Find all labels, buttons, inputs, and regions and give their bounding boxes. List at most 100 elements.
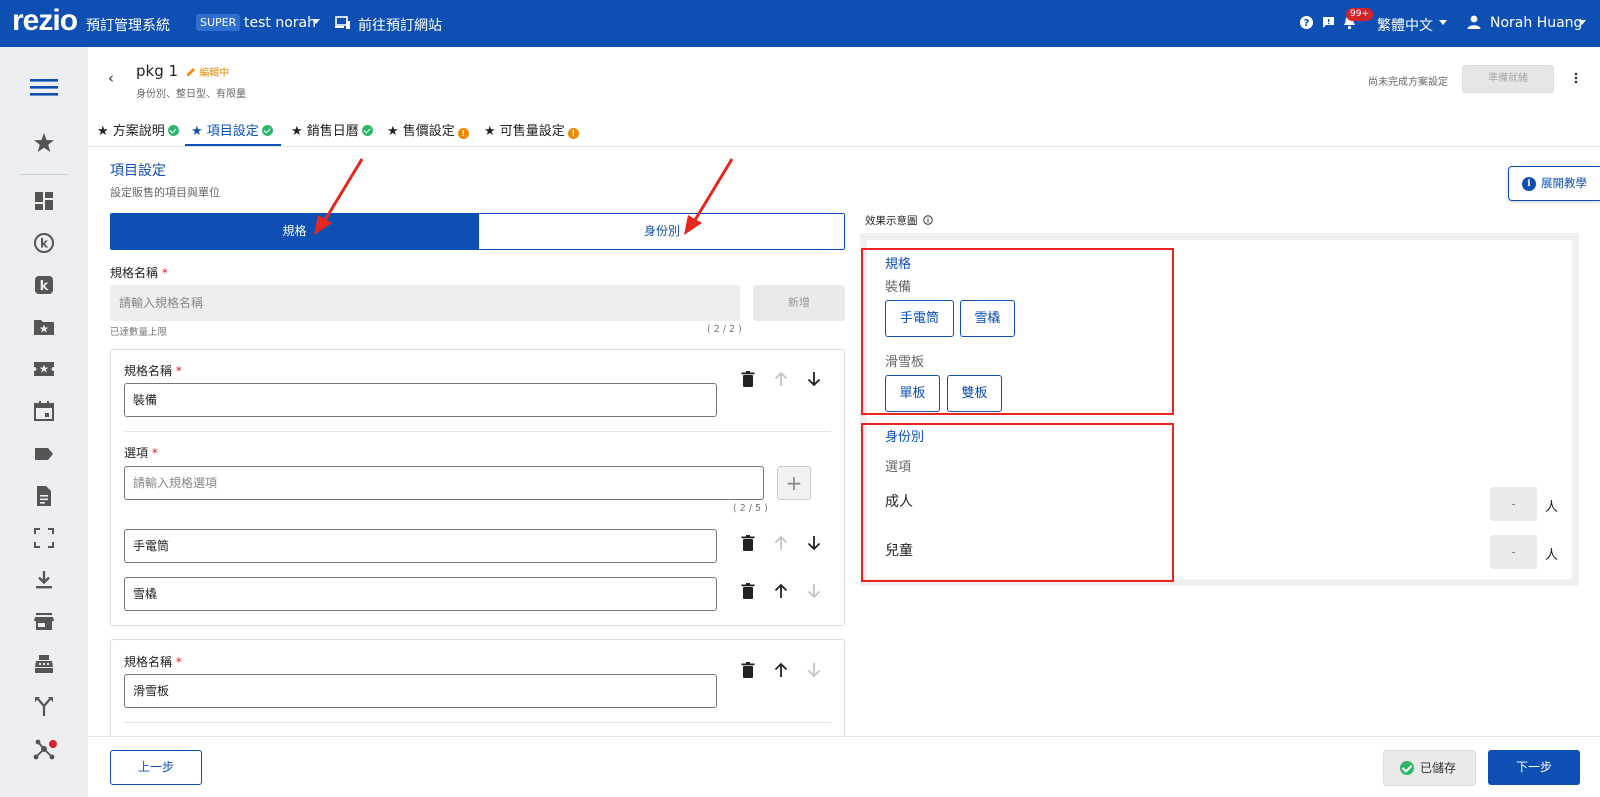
download-icon[interactable] [32, 568, 56, 592]
account-switcher[interactable]: test norah [244, 15, 316, 31]
menu-icon[interactable] [30, 77, 58, 101]
trash-icon[interactable] [739, 661, 757, 679]
calendar-icon[interactable] [32, 399, 56, 423]
annotation-arrow [684, 158, 734, 235]
tag-icon[interactable] [32, 442, 56, 466]
tab-label: ★ 項目設定 [191, 124, 259, 139]
arrow-up-icon[interactable] [772, 582, 790, 600]
arrow-down-icon[interactable] [805, 534, 823, 552]
spec-option-input[interactable]: 請輸入規格選項 [124, 466, 764, 500]
package-title: pkg 1 [136, 62, 179, 80]
add-option-button[interactable]: + [777, 466, 811, 500]
previous-step-button[interactable]: 上一步 [110, 750, 202, 785]
unit-label: 人 [1545, 548, 1559, 563]
svg-text:k: k [40, 237, 49, 251]
spec-name-label: 規格名稱 * [124, 655, 182, 669]
tutorial-label: 展開教學 [1541, 176, 1587, 190]
quantity-stepper[interactable]: - [1490, 535, 1537, 569]
next-step-button[interactable]: 下一步 [1488, 750, 1580, 785]
tab-availability-settings[interactable]: ★ 可售量設定! [484, 120, 579, 139]
document-icon[interactable] [32, 484, 56, 508]
status-label: 編輯中 [199, 68, 230, 79]
rezio-logo[interactable]: rezio [12, 4, 78, 38]
quantity-stepper[interactable]: - [1490, 487, 1537, 521]
saved-button[interactable]: 已儲存 [1383, 750, 1476, 786]
toggle-identity[interactable]: 身份別 [478, 214, 844, 249]
svg-text:?: ? [1304, 18, 1310, 29]
spec-name-label: 規格名稱 * [124, 364, 182, 378]
arrow-up-icon [772, 370, 790, 388]
section-subtitle: 設定販售的項目與單位 [110, 186, 220, 199]
annotation-arrow [314, 158, 364, 235]
pencil-icon [186, 67, 196, 77]
package-subtitle: 身份別、整日型、有限量 [136, 89, 246, 100]
scan-icon[interactable] [32, 526, 56, 550]
trash-icon[interactable] [739, 534, 757, 552]
annotation-box-spec [861, 248, 1174, 415]
trash-icon[interactable] [739, 582, 757, 600]
store-icon[interactable] [32, 610, 56, 634]
dashboard-icon[interactable] [32, 189, 56, 213]
annotation-box-identity [861, 423, 1174, 582]
tab-label: ★ 可售量設定 [484, 124, 565, 139]
step-tabs: ★ 方案說明 ★ 項目設定 ★ 銷售日曆 ★ 售價設定! ★ 可售量設定! [88, 110, 1600, 147]
info-icon[interactable] [923, 215, 933, 225]
option-field[interactable]: 雪橇 [124, 577, 717, 611]
ticket-star-icon[interactable] [32, 357, 56, 381]
sidebar: k k [0, 47, 88, 797]
feedback-icon[interactable] [1322, 16, 1335, 29]
add-spec-button[interactable]: 新增 [753, 285, 845, 321]
k-filled-icon[interactable]: k [32, 273, 56, 297]
tab-label: ★ 方案說明 [97, 124, 165, 139]
fork-icon[interactable] [32, 694, 56, 718]
folder-star-icon[interactable] [32, 315, 56, 339]
back-button[interactable]: ‹ [108, 69, 114, 87]
incomplete-note: 尚未完成方案設定 [1368, 77, 1448, 88]
alert-dot [49, 740, 57, 748]
tab-plan-description[interactable]: ★ 方案說明 [97, 120, 179, 139]
star-icon[interactable] [32, 131, 56, 155]
option-count: ( 2 / 5 ) [733, 503, 768, 514]
arrow-up-icon [772, 534, 790, 552]
arrow-down-icon [805, 582, 823, 600]
language-selector[interactable]: 繁體中文 [1377, 15, 1433, 35]
active-tab-underline [185, 144, 281, 146]
k-outline-icon[interactable]: k [32, 231, 56, 255]
spec-name-field[interactable]: 滑雪板 [124, 674, 717, 708]
arrow-down-icon[interactable] [805, 370, 823, 388]
toggle-spec[interactable]: 規格 [111, 214, 478, 249]
help-icon[interactable]: ? [1300, 16, 1313, 29]
devices-icon[interactable] [335, 16, 351, 30]
warning-icon: ! [457, 128, 469, 139]
footer-bar [88, 736, 1600, 797]
tab-sales-calendar[interactable]: ★ 銷售日曆 [291, 120, 373, 139]
more-options-icon[interactable] [1574, 72, 1578, 84]
trash-icon[interactable] [739, 370, 757, 388]
role-badge: SUPER [196, 14, 241, 31]
spec-name-field[interactable]: 裝備 [124, 383, 717, 417]
spec-count: ( 2 / 2 ) [707, 324, 742, 335]
ready-button[interactable]: 準備就緒 [1462, 65, 1554, 93]
spec-name-label: 規格名稱 * [110, 266, 168, 280]
option-field[interactable]: 手電筒 [124, 529, 717, 563]
user-menu[interactable]: Norah Huang [1490, 15, 1582, 31]
goto-booking-site-link[interactable]: 前往預訂網站 [358, 15, 442, 35]
chevron-down-icon[interactable] [1439, 20, 1447, 25]
options-label: 選項 * [124, 446, 158, 460]
chevron-down-icon[interactable] [1578, 20, 1586, 25]
warning-icon: ! [567, 128, 579, 139]
limit-note: 已達數量上限 [110, 327, 168, 338]
spec-name-input[interactable]: 請輸入規格名稱 [110, 285, 740, 321]
tab-price-settings[interactable]: ★ 售價設定! [387, 120, 469, 139]
info-icon: i [1522, 177, 1536, 191]
expand-tutorial-button[interactable]: i 展開教學 [1508, 166, 1600, 201]
tab-item-settings[interactable]: ★ 項目設定 [191, 120, 273, 139]
editing-status: 編輯中 [186, 64, 229, 79]
cashier-icon[interactable] [32, 652, 56, 676]
arrow-down-icon [805, 661, 823, 679]
preview-label: 效果示意圖 [865, 213, 933, 228]
arrow-up-icon[interactable] [772, 661, 790, 679]
chevron-down-icon[interactable] [312, 19, 320, 24]
user-icon[interactable] [1467, 15, 1481, 29]
svg-text:k: k [40, 279, 49, 294]
